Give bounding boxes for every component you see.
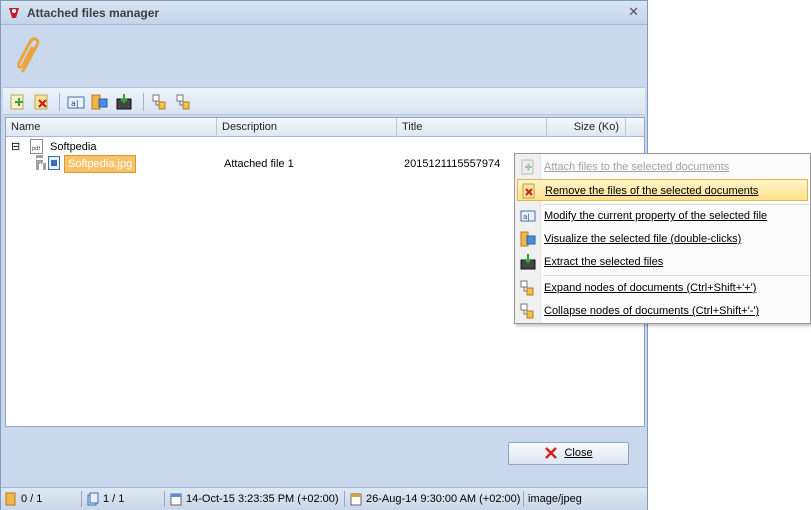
svg-text:a|: a| — [71, 99, 79, 108]
status-mime-type: image/jpeg — [528, 493, 582, 505]
visualize-file-icon[interactable] — [91, 93, 109, 111]
menu-item-label: Collapse nodes of documents (Ctrl+Shift+… — [544, 305, 760, 317]
column-header-size[interactable]: Size (Ko) — [547, 118, 626, 137]
tree-node-root[interactable]: Softpedia — [50, 138, 96, 156]
menu-item-label: Modify the current property of the selec… — [544, 210, 768, 222]
tree-line — [36, 163, 46, 167]
remove-files-icon — [522, 183, 535, 199]
close-button-label: Close — [564, 447, 593, 459]
status-modified-date: 14-Oct-15 3:23:35 PM (+02:00) — [186, 493, 339, 505]
modify-property-icon: a| — [520, 210, 536, 222]
menu-item-modify-property[interactable]: a| Modify the current property of the se… — [517, 205, 808, 227]
window-close-icon[interactable]: ✕ — [628, 4, 639, 20]
calendar-icon — [170, 493, 182, 506]
expand-nodes-icon[interactable] — [151, 93, 169, 111]
grid-header: Name Description Title Size (Ko) — [6, 118, 644, 137]
collapse-nodes-icon — [520, 303, 534, 319]
toolbar-separator — [143, 93, 144, 111]
status-selected-count: 0 / 1 — [21, 493, 43, 505]
status-separator — [81, 491, 82, 507]
extract-files-icon — [520, 254, 536, 270]
tree-node-file-selected[interactable]: Softpedia.jpg — [64, 155, 137, 173]
svg-text:a|: a| — [523, 213, 530, 221]
paperclip-icon — [17, 37, 40, 73]
menu-item-extract-files[interactable]: Extract the selected files — [517, 251, 808, 273]
status-separator — [344, 491, 345, 507]
extract-files-icon[interactable] — [115, 93, 133, 111]
documents-icon — [87, 492, 99, 506]
app-icon — [9, 8, 19, 18]
collapse-nodes-icon[interactable] — [175, 93, 193, 111]
visualize-file-icon — [520, 231, 536, 247]
calendar-edit-icon — [350, 493, 362, 506]
title-bar: Attached files manager ✕ — [1, 1, 647, 25]
menu-item-label: Remove the files of the selected documen… — [545, 185, 759, 197]
menu-item-attach-files[interactable]: Attach files to the selected documents — [517, 156, 808, 178]
status-docs-count: 1 / 1 — [103, 493, 125, 505]
status-modified: 14-Oct-15 3:23:35 PM (+02:00) — [170, 491, 339, 507]
tree-line — [36, 155, 40, 163]
attach-files-icon[interactable] — [9, 93, 27, 111]
menu-item-label: Visualize the selected file (double-clic… — [544, 233, 742, 245]
menu-separator — [543, 275, 809, 276]
window-title: Attached files manager — [27, 6, 160, 20]
image-file-icon — [48, 156, 60, 170]
expand-nodes-icon — [520, 280, 534, 296]
toolbar: a| — [3, 87, 645, 115]
column-header-name[interactable]: Name — [6, 118, 217, 137]
modify-property-icon[interactable]: a| — [67, 93, 85, 111]
cell-description: Attached file 1 — [224, 158, 294, 170]
red-x-icon — [545, 447, 558, 459]
menu-item-collapse-nodes[interactable]: Collapse nodes of documents (Ctrl+Shift+… — [517, 300, 808, 322]
menu-item-label: Expand nodes of documents (Ctrl+Shift+'+… — [544, 282, 757, 294]
menu-item-remove-files[interactable]: Remove the files of the selected documen… — [517, 179, 808, 201]
cell-title: 2015121115557974 — [404, 158, 501, 170]
tree-expander[interactable]: ⊟ — [11, 138, 20, 156]
status-created-date: 26-Aug-14 9:30:00 AM (+02:00) — [366, 493, 521, 505]
menu-item-visualize-file[interactable]: Visualize the selected file (double-clic… — [517, 228, 808, 250]
status-docs: 1 / 1 — [87, 491, 124, 507]
menu-item-expand-nodes[interactable]: Expand nodes of documents (Ctrl+Shift+'+… — [517, 277, 808, 299]
menu-item-label: Attach files to the selected documents — [544, 161, 730, 173]
menu-item-label: Extract the selected files — [544, 256, 664, 268]
folder-icon — [5, 492, 16, 506]
status-separator — [164, 491, 165, 507]
status-selected: 0 / 1 — [5, 491, 42, 507]
toolbar-separator — [59, 93, 60, 111]
svg-text:pdf: pdf — [32, 146, 40, 152]
pdf-document-icon: pdf — [30, 139, 43, 154]
column-header-title[interactable]: Title — [397, 118, 547, 137]
column-header-description[interactable]: Description — [217, 118, 397, 137]
status-created: 26-Aug-14 9:30:00 AM (+02:00) — [350, 491, 520, 507]
status-bar: 0 / 1 1 / 1 14-Oct-15 3:23:35 PM (+02:00… — [1, 487, 647, 510]
close-button[interactable]: Close — [508, 442, 629, 465]
status-separator — [523, 491, 524, 507]
context-menu: Attach files to the selected documents R… — [514, 153, 811, 324]
attach-files-icon — [521, 159, 534, 175]
remove-files-icon[interactable] — [33, 93, 51, 111]
